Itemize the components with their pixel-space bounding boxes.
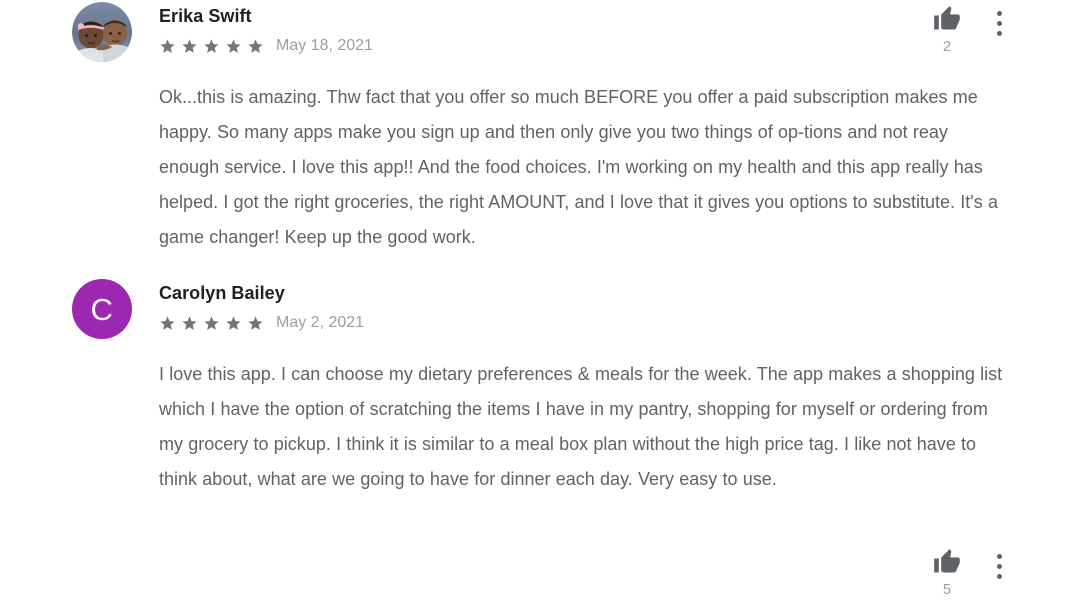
star-filled-icon [225,315,242,332]
thumb-up-icon[interactable] [933,5,961,33]
star-filled-icon [203,315,220,332]
avatar[interactable]: C [72,279,132,339]
menu-dot [996,21,1002,26]
helpful-button[interactable]: 5 [919,545,975,599]
review-header: Erika Swift May 18, 2021 2 [0,2,1067,62]
reviews-list: Erika Swift May 18, 2021 2 Ok...this is … [0,0,1067,598]
helpful-count: 2 [942,38,952,55]
menu-dot [996,554,1002,559]
menu-dot [996,31,1002,36]
review-identity: Carolyn Bailey May 2, 2021 [159,279,1067,333]
review-date: May 2, 2021 [276,314,365,331]
review-date: May 18, 2021 [276,37,373,54]
star-filled-icon [247,38,264,55]
star-rating [159,38,264,55]
star-rating [159,315,264,332]
more-vert-icon[interactable] [975,545,1023,579]
star-filled-icon [247,315,264,332]
review-meta: May 2, 2021 [159,313,1067,333]
review-body: I love this app. I can choose my dietary… [159,364,1003,489]
review-item: Erika Swift May 18, 2021 2 Ok...this is … [0,0,1067,255]
menu-dot [996,564,1002,569]
review-item: C Carolyn Bailey May 2, 2021 5 I love th… [0,279,1067,598]
helpful-button[interactable]: 2 [919,2,975,56]
avatar-photo-two-babies [72,2,132,62]
star-filled-icon [159,38,176,55]
review-header: C Carolyn Bailey May 2, 2021 5 [0,279,1067,598]
thumb-up-icon[interactable] [933,548,961,576]
menu-dot [996,11,1002,16]
star-filled-icon [159,315,176,332]
review-actions: 2 [919,2,1067,64]
helpful-count: 5 [942,581,952,598]
star-filled-icon [181,38,198,55]
review-actions: 5 [919,545,1067,607]
star-filled-icon [225,38,242,55]
star-filled-icon [203,38,220,55]
more-vert-icon[interactable] [975,2,1023,36]
menu-dot [996,574,1002,579]
avatar[interactable] [72,2,132,62]
avatar-initial: C [90,291,114,327]
reviewer-name: Carolyn Bailey [159,283,285,303]
star-filled-icon [181,315,198,332]
review-body: Ok...this is amazing. Thw fact that you … [159,87,998,247]
